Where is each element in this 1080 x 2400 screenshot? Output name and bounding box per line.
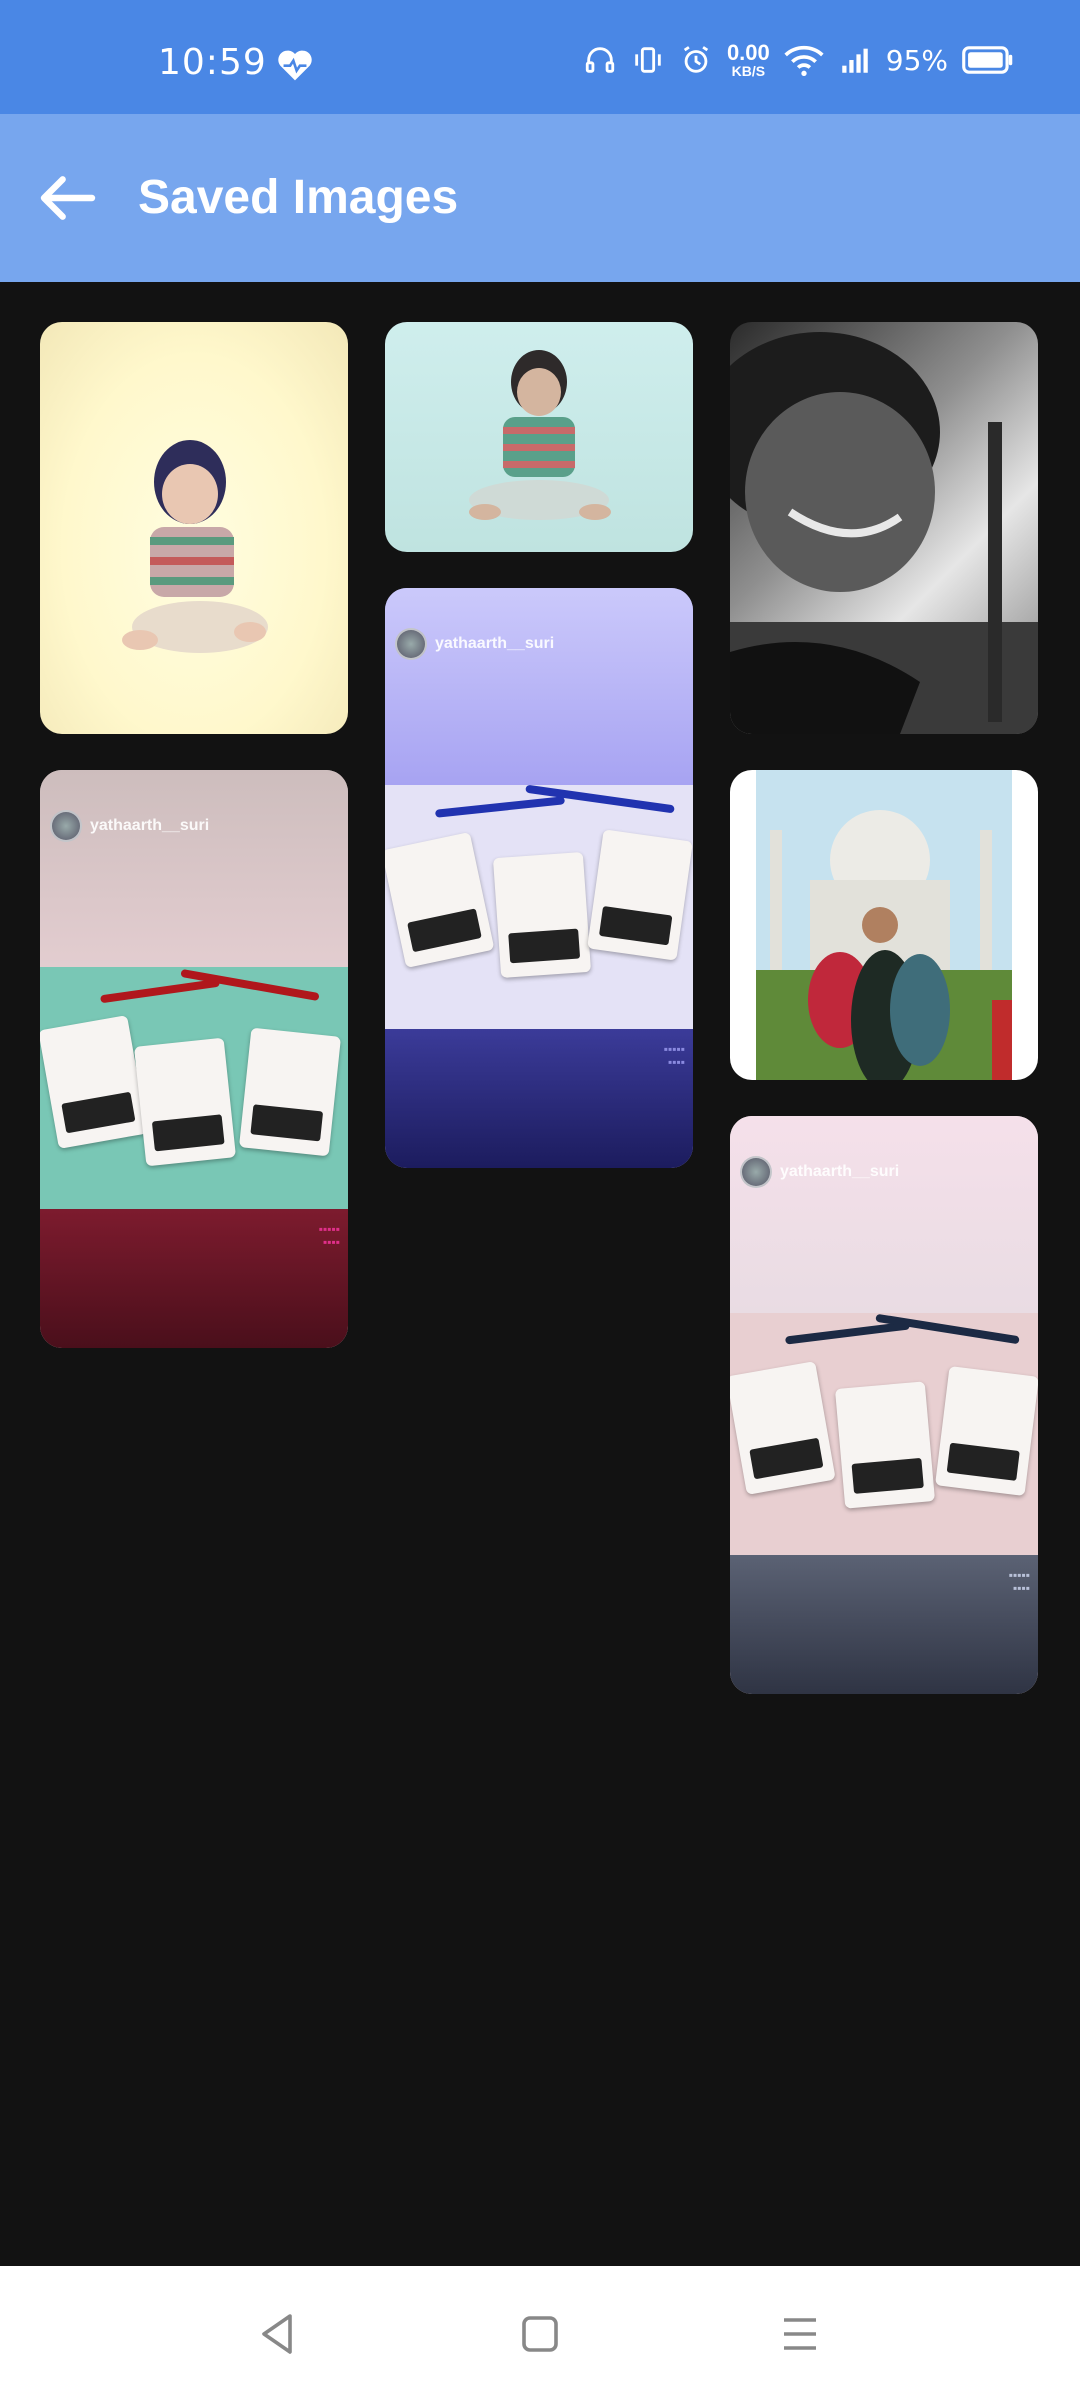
saved-image-taj-mahal-family[interactable]	[730, 770, 1038, 1080]
story-user: yathaarth__suri	[50, 810, 209, 842]
story-user: yathaarth__suri	[395, 628, 554, 660]
headphones-icon	[585, 47, 615, 73]
page-title: Saved Images	[138, 171, 459, 224]
app-bar: Saved Images	[0, 114, 1080, 282]
man-photo-graphic	[730, 332, 1038, 734]
badge	[935, 1365, 1038, 1496]
story-photo	[385, 784, 693, 1029]
triangle-back-icon[interactable]	[254, 2310, 302, 2358]
story-watermark: ▪▪▪▪▪ ▪▪▪▪	[1008, 1568, 1030, 1596]
heart-icon	[278, 50, 312, 81]
story-header: yathaarth__suri	[385, 588, 693, 786]
saved-image-smiling-man[interactable]	[730, 322, 1038, 734]
lanyard	[100, 978, 220, 1003]
taj-photo-graphic	[756, 770, 1012, 1080]
badge	[385, 832, 495, 969]
badge	[587, 829, 693, 961]
avatar	[395, 628, 427, 660]
badge	[238, 1027, 342, 1156]
story-watermark: ▪▪▪▪▪ ▪▪▪▪	[663, 1041, 685, 1069]
avatar	[740, 1156, 772, 1188]
network-speed-unit: KB/S	[731, 63, 766, 79]
badge	[40, 1014, 148, 1149]
status-bar: 10:59 0.00 KB/S 95%	[0, 0, 1080, 114]
story-watermark: ▪▪▪▪▪ ▪▪▪▪	[318, 1222, 340, 1250]
square-home-icon[interactable]	[516, 2310, 564, 2358]
badge	[133, 1037, 237, 1166]
story-photo	[40, 966, 348, 1210]
alarm-icon	[683, 46, 709, 73]
avatar	[50, 810, 82, 842]
battery-icon	[962, 46, 1013, 74]
story-footer: ▪▪▪▪▪ ▪▪▪▪	[40, 1209, 348, 1348]
badge	[834, 1380, 936, 1509]
saved-image-story-red-badges[interactable]: yathaarth__suri ▪▪▪▪▪ ▪▪▪▪	[40, 770, 348, 1348]
saved-image-baby-cool[interactable]	[385, 322, 693, 552]
status-time: 10:59	[158, 42, 267, 83]
hamburger-menu-icon[interactable]	[776, 2310, 824, 2358]
saved-image-baby-sitting[interactable]	[40, 322, 348, 734]
saved-image-story-blue-badges[interactable]: yathaarth__suri ▪▪▪▪▪ ▪▪▪▪	[385, 588, 693, 1168]
story-username: yathaarth__suri	[780, 1163, 900, 1180]
battery-percent: 95%	[885, 43, 948, 77]
story-user: yathaarth__suri	[740, 1156, 899, 1188]
system-navigation-bar	[0, 2266, 1080, 2400]
story-footer: ▪▪▪▪▪ ▪▪▪▪	[385, 1028, 693, 1168]
network-speed-value: 0.00	[726, 40, 770, 65]
arrow-left-icon[interactable]	[36, 166, 100, 230]
badge	[492, 852, 592, 979]
network-speed: 0.00 KB/S	[726, 40, 770, 79]
lanyard	[434, 796, 566, 818]
story-footer: ▪▪▪▪▪ ▪▪▪▪	[730, 1555, 1038, 1694]
badge	[730, 1360, 836, 1495]
saved-images-grid: yathaarth__suri ▪▪▪▪▪ ▪▪▪▪ yathaarth__su…	[0, 282, 1080, 2266]
lanyard	[784, 1320, 911, 1345]
story-photo	[730, 1312, 1038, 1556]
story-header: yathaarth__suri	[730, 1116, 1038, 1313]
baby-photo-graphic	[469, 350, 611, 520]
story-username: yathaarth__suri	[435, 635, 555, 652]
story-header: yathaarth__suri	[40, 770, 348, 967]
baby-photo-graphic	[122, 440, 268, 653]
status-icons: 0.00 KB/S 95%	[583, 40, 1014, 80]
story-username: yathaarth__suri	[90, 817, 210, 834]
wifi-icon	[784, 45, 824, 76]
vibrate-icon	[635, 47, 661, 73]
signal-icon	[842, 48, 868, 73]
saved-image-story-pink-badges[interactable]: yathaarth__suri ▪▪▪▪▪ ▪▪▪▪	[730, 1116, 1038, 1694]
